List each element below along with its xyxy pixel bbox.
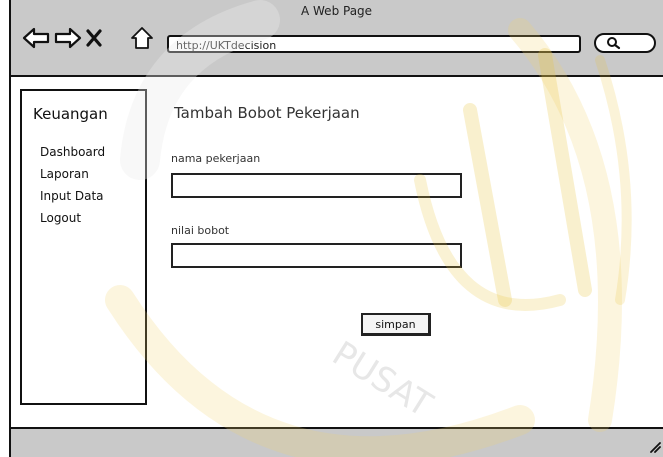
simpan-button[interactable]: simpan	[361, 313, 431, 336]
sidebar: Keuangan Dashboard Laporan Input Data Lo…	[20, 89, 147, 405]
sidebar-title: Keuangan	[33, 105, 108, 123]
nilai-bobot-label: nilai bobot	[171, 224, 230, 237]
nama-pekerjaan-input[interactable]	[171, 173, 462, 198]
forward-button[interactable]	[53, 23, 83, 53]
nilai-bobot-input[interactable]	[171, 243, 462, 268]
status-bar	[11, 427, 663, 457]
browser-toolbar: A Web Page http://UKTdecision	[11, 0, 663, 77]
home-button[interactable]	[129, 23, 155, 53]
page-title: Tambah Bobot Pekerjaan	[174, 104, 360, 122]
url-input[interactable]: http://UKTdecision	[167, 35, 581, 53]
window-title: A Web Page	[301, 4, 373, 18]
sidebar-menu: Dashboard Laporan Input Data Logout	[40, 141, 105, 229]
back-button[interactable]	[21, 23, 51, 53]
close-icon	[86, 29, 102, 47]
sidebar-item-logout[interactable]: Logout	[40, 207, 105, 229]
nama-pekerjaan-label: nama pekerjaan	[171, 152, 261, 165]
sidebar-item-dashboard[interactable]: Dashboard	[40, 141, 105, 163]
browser-window: A Web Page http://UKTdecision Keuangan D…	[9, 0, 663, 457]
forward-arrow-icon	[54, 27, 82, 49]
search-icon	[607, 37, 621, 50]
sidebar-item-laporan[interactable]: Laporan	[40, 163, 105, 185]
stop-button[interactable]	[83, 23, 105, 53]
home-icon	[131, 27, 153, 49]
search-button[interactable]	[594, 33, 656, 53]
back-arrow-icon	[22, 27, 50, 49]
sidebar-item-input-data[interactable]: Input Data	[40, 185, 105, 207]
resize-grip-icon[interactable]	[647, 439, 661, 453]
